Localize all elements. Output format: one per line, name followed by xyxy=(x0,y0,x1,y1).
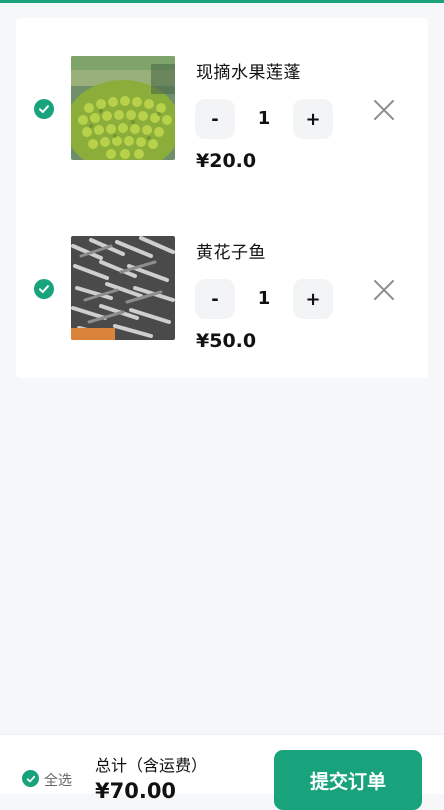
decrease-quantity-button[interactable]: - xyxy=(195,279,235,319)
item-checkbox[interactable] xyxy=(34,99,54,119)
cart-item: 黄花子鱼 - 1 + ¥50.0 xyxy=(16,198,428,378)
submit-order-button[interactable]: 提交订单 xyxy=(274,750,422,810)
decrease-quantity-button[interactable]: - xyxy=(195,99,235,139)
total-label: 总计（含运费） xyxy=(95,756,208,775)
close-icon xyxy=(374,100,394,120)
product-image[interactable] xyxy=(71,236,175,340)
close-icon xyxy=(374,280,394,300)
cart-item: 现摘水果莲蓬 - 1 + ¥20.0 xyxy=(16,18,428,198)
select-all-label[interactable]: 全选 xyxy=(44,770,72,790)
product-title: 现摘水果莲蓬 xyxy=(196,63,301,83)
select-all-checkbox[interactable] xyxy=(22,770,39,787)
increase-quantity-button[interactable]: + xyxy=(293,99,333,139)
remove-item-button[interactable] xyxy=(370,96,398,124)
quantity-value: 1 xyxy=(257,108,271,129)
total-value: ¥70.00 xyxy=(95,779,177,803)
cart-list: 现摘水果莲蓬 - 1 + ¥20.0 黄花子鱼 - 1 + ¥50.0 xyxy=(16,18,428,378)
check-icon xyxy=(39,285,49,293)
check-icon xyxy=(26,775,35,782)
product-image[interactable] xyxy=(71,56,175,160)
top-accent-bar xyxy=(0,0,444,3)
increase-quantity-button[interactable]: + xyxy=(293,279,333,319)
product-price: ¥50.0 xyxy=(196,330,257,352)
remove-item-button[interactable] xyxy=(370,276,398,304)
product-title: 黄花子鱼 xyxy=(196,243,266,263)
check-icon xyxy=(39,105,49,113)
product-price: ¥20.0 xyxy=(196,150,257,172)
item-checkbox[interactable] xyxy=(34,279,54,299)
checkout-bar: 全选 总计（含运费） ¥70.00 提交订单 xyxy=(0,734,444,810)
quantity-value: 1 xyxy=(257,288,271,309)
